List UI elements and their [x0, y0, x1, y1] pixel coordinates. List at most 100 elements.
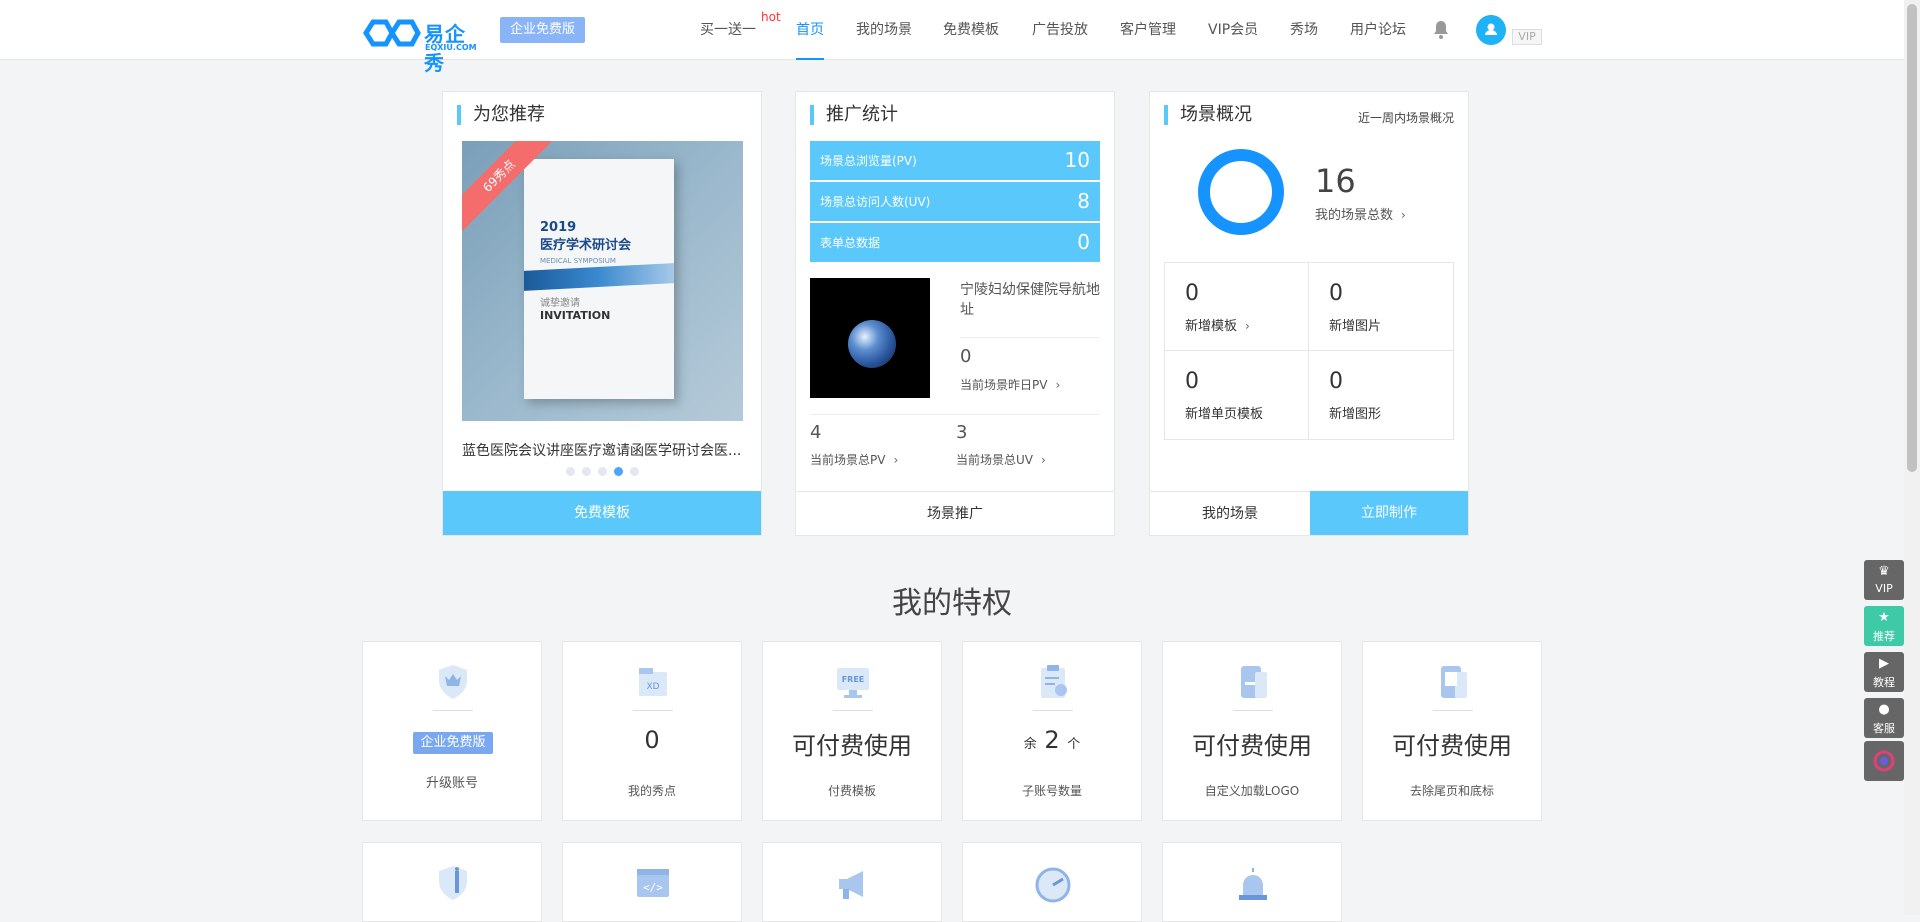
perk-value: 余 2 个 [963, 726, 1141, 754]
nav-free-templates[interactable]: 免费模板 [943, 0, 999, 60]
carousel-dot[interactable] [582, 467, 591, 476]
perk-points[interactable]: XD 0 我的秀点 [562, 641, 742, 821]
perk-prefix: 余 [1023, 737, 1037, 752]
divider [633, 710, 673, 711]
perk-account[interactable]: 企业免费版 升级账号 [362, 641, 542, 821]
free-template-button[interactable]: 免费模板 [443, 491, 761, 535]
nav-vip[interactable]: VIP会员 [1208, 0, 1258, 60]
scene-total-link[interactable]: 我的场景总数 › [1315, 204, 1406, 223]
stat-value: 8 [1077, 189, 1090, 213]
template-thumbnail[interactable]: 2019 医疗学术研讨会 MEDICAL SYMPOSIUM 诚挚邀请 INVIT… [462, 141, 743, 421]
app-logo-icon [1873, 750, 1895, 772]
yesterday-pv-link[interactable]: 当前场景昨日PV › [960, 376, 1060, 393]
perk-value: 可付费使用 [1192, 732, 1312, 760]
sidebar-label: 推荐 [1873, 630, 1895, 643]
eqxiu-logo[interactable]: 易企秀 EQXIU.COM [362, 18, 482, 75]
create-now-button[interactable]: 立即制作 [1310, 491, 1468, 535]
nav-forum[interactable]: 用户论坛 [1350, 0, 1406, 60]
carousel-dot-active[interactable] [614, 467, 623, 476]
booklet-invite-en: INVITATION [540, 309, 611, 322]
perk-sub-accounts[interactable]: 余 2 个 子账号数量 [962, 641, 1142, 821]
my-scenes-button[interactable]: 我的场景 [1150, 491, 1310, 535]
nav-showcase[interactable]: 秀场 [1290, 0, 1318, 60]
booklet-invite-cn: 诚挚邀请 [540, 298, 580, 309]
carousel-dot[interactable] [630, 467, 639, 476]
perk-remove-footer[interactable]: 可付费使用 去除尾页和底标 [1362, 641, 1542, 821]
perk-row2-item[interactable] [762, 842, 942, 922]
sidebar-service[interactable]: ● 客服 [1864, 698, 1904, 738]
perk-row2-item[interactable] [962, 842, 1142, 922]
perk-label: 子账号数量 [1021, 784, 1082, 798]
vip-badge[interactable]: VIP [1512, 29, 1542, 45]
sidebar-app[interactable] [1864, 741, 1904, 781]
total-pv-link[interactable]: 当前场景总PV › [810, 451, 898, 468]
stat-label: 场景总浏览量(PV) [820, 154, 917, 168]
carousel-dot[interactable] [598, 467, 607, 476]
scene-overview-card: 场景概况 近一周内场景概况 16 我的场景总数 › 0 新增模板 › 0 新增图片 … [1149, 91, 1469, 536]
sidebar-tutorial[interactable]: ▶ 教程 [1864, 652, 1904, 692]
divider [1033, 710, 1073, 711]
sidebar-label: 客服 [1873, 722, 1895, 735]
bell-icon[interactable] [1432, 20, 1450, 40]
chevron-right-icon: › [1245, 319, 1250, 333]
cell-label: 新增图形 [1329, 407, 1382, 422]
template-caption[interactable]: 蓝色医院会议讲座医疗邀请函医学研讨会医... [462, 440, 744, 460]
stat-row-forms: 表单总数据 0 [810, 223, 1100, 262]
nav-my-scenes[interactable]: 我的场景 [856, 0, 912, 60]
svg-text:</>: </> [643, 881, 663, 894]
privileges-title: 我的特权 [892, 586, 1012, 621]
top-navbar: 易企秀 EQXIU.COM 企业免费版 买一送一 首页 我的场景 免费模板 广告… [0, 0, 1904, 75]
divider [960, 337, 1100, 338]
sidebar-recommend[interactable]: ★ 推荐 [1864, 606, 1904, 646]
carousel-dot[interactable] [566, 467, 575, 476]
new-templates-cell[interactable]: 0 新增模板 › [1165, 263, 1309, 351]
scrollbar-thumb[interactable] [1907, 4, 1917, 472]
cell-label: 新增图片 [1329, 319, 1382, 334]
yesterday-pv-label: 当前场景昨日PV [960, 378, 1048, 392]
overview-grid: 0 新增模板 › 0 新增图片 0 新增单页模板 0 新增图形 [1164, 262, 1454, 440]
star-icon: ★ [1878, 610, 1890, 625]
edition-pill: 企业免费版 [413, 732, 493, 754]
cell-value: 0 [1329, 281, 1343, 306]
nav-home[interactable]: 首页 [796, 0, 824, 60]
booklet-year: 2019 [540, 220, 577, 235]
scene-ring-chart [1198, 149, 1284, 235]
perk-row2-item[interactable] [362, 842, 542, 922]
scene-total-label: 我的场景总数 [1315, 208, 1394, 223]
divider [433, 710, 473, 711]
overview-title: 场景概况 [1164, 105, 1252, 125]
scene-title[interactable]: 宁陵妇幼保健院导航地址 [960, 280, 1105, 320]
play-icon: ▶ [1879, 656, 1889, 671]
user-icon: ● [1878, 702, 1890, 717]
sidebar-label: 教程 [1873, 676, 1895, 689]
nav-ads[interactable]: 广告投放 [1032, 0, 1088, 60]
stat-label: 场景总访问人数(UV) [820, 195, 931, 209]
chevron-right-icon: › [1055, 378, 1061, 392]
nav-customers[interactable]: 客户管理 [1120, 0, 1176, 60]
promo-title: 推广统计 [810, 105, 898, 125]
total-uv-label: 当前场景总UV [956, 453, 1033, 467]
sidebar-vip[interactable]: ♛ VIP [1864, 560, 1904, 600]
scene-promote-button[interactable]: 场景推广 [796, 491, 1114, 535]
perk-number: 2 [1044, 726, 1060, 754]
perk-label: 我的秀点 [627, 784, 676, 798]
week-overview-link[interactable]: 近一周内场景概况 [1358, 109, 1454, 126]
nav-buy-one-get-one[interactable]: 买一送一 [700, 0, 756, 60]
avatar[interactable] [1476, 15, 1506, 45]
scene-total-value: 16 [1315, 162, 1356, 200]
new-shapes-cell: 0 新增图形 [1309, 351, 1453, 439]
total-uv-link[interactable]: 当前场景总UV › [956, 451, 1046, 468]
scene-cover-earth[interactable] [810, 278, 930, 398]
promo-stats-card: 推广统计 场景总浏览量(PV) 10 场景总访问人数(UV) 8 表单总数据 0… [795, 91, 1115, 536]
perk-paid-templates[interactable]: FREE 可付费使用 付费模板 [762, 641, 942, 821]
perk-row2-item[interactable] [1162, 842, 1342, 922]
perk-row2-item[interactable]: </> [562, 842, 742, 922]
coin-icon: XD [639, 668, 667, 696]
perk-custom-logo[interactable]: 可付费使用 自定义加载LOGO [1162, 641, 1342, 821]
stat-value: 0 [1077, 230, 1090, 254]
booklet-title: 医疗学术研讨会 [540, 238, 632, 253]
cell-label: 新增单页模板 [1185, 407, 1264, 422]
user-icon [1485, 23, 1497, 35]
chevron-right-icon: › [1041, 453, 1046, 467]
edition-badge[interactable]: 企业免费版 [500, 17, 586, 43]
